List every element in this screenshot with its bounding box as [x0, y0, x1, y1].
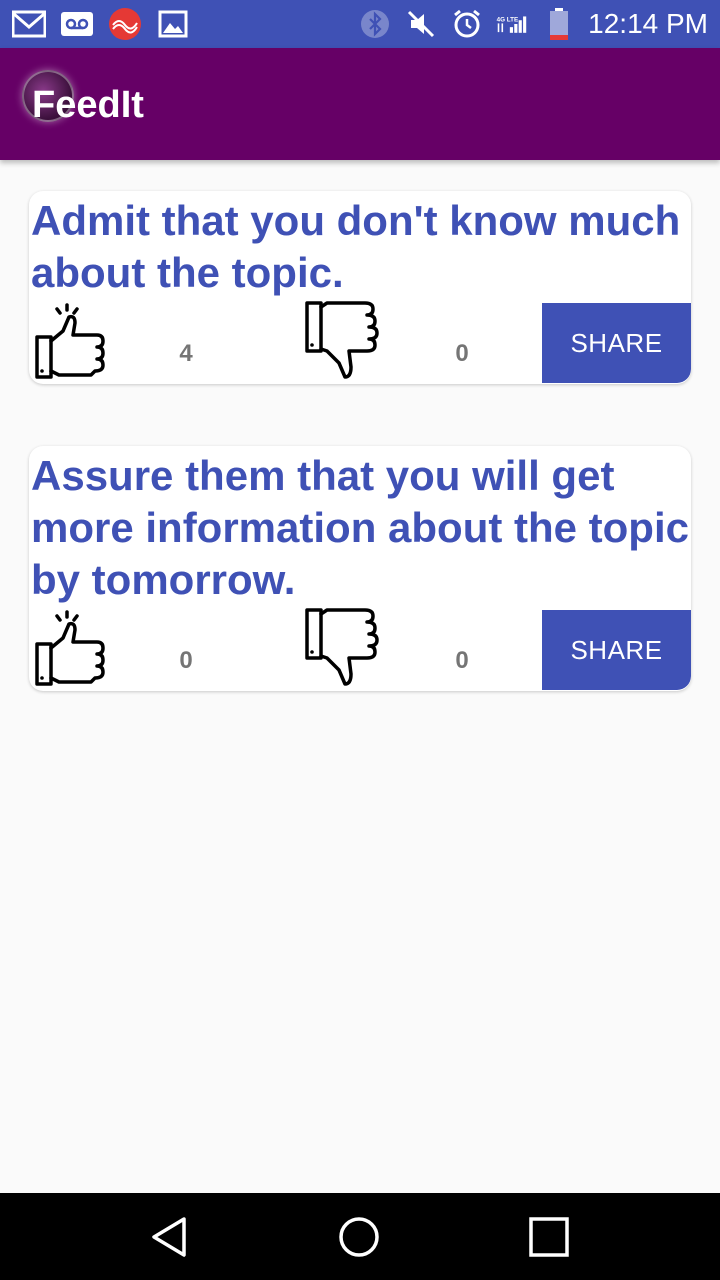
- like-count: 4: [179, 340, 193, 367]
- alarm-icon: [450, 9, 484, 39]
- feedback-card: Assure them that you will get more infor…: [29, 446, 691, 691]
- dislike-count: 0: [455, 647, 469, 674]
- voicemail-icon: [60, 9, 94, 39]
- share-button[interactable]: SHARE: [542, 610, 691, 690]
- gmail-icon: [12, 9, 46, 39]
- status-bar: 4G LTE 12:14 PM: [0, 0, 720, 48]
- image-icon: [156, 9, 190, 39]
- signal-icon: 4G LTE: [496, 9, 530, 39]
- card-text: Admit that you don't know much about the…: [31, 197, 681, 296]
- status-time: 12:14 PM: [588, 8, 708, 39]
- dislike-count: 0: [455, 340, 469, 367]
- status-right-icons: 4G LTE 12:14 PM: [358, 8, 708, 40]
- app-title: FeedIt: [32, 84, 144, 126]
- bluetooth-icon: [358, 9, 392, 39]
- thumbs-down-icon[interactable]: [305, 608, 387, 690]
- home-icon[interactable]: [335, 1213, 383, 1261]
- card-text: Assure them that you will get more infor…: [31, 452, 689, 603]
- app-bar: FeedIt: [0, 48, 720, 160]
- share-button[interactable]: SHARE: [542, 303, 691, 383]
- network-label: 4G LTE: [497, 16, 519, 23]
- back-icon[interactable]: [146, 1213, 194, 1261]
- feedback-card: Admit that you don't know much about the…: [29, 191, 691, 384]
- mute-icon: [404, 9, 438, 39]
- battery-icon: [542, 8, 576, 40]
- status-left-icons: [12, 8, 190, 40]
- app-notification-icon: [108, 8, 142, 40]
- navigation-bar: [0, 1193, 720, 1280]
- like-count: 0: [179, 647, 193, 674]
- thumbs-down-icon[interactable]: [305, 301, 387, 383]
- thumbs-up-icon[interactable]: [33, 608, 115, 690]
- recents-icon[interactable]: [525, 1213, 573, 1261]
- thumbs-up-icon[interactable]: [33, 301, 115, 383]
